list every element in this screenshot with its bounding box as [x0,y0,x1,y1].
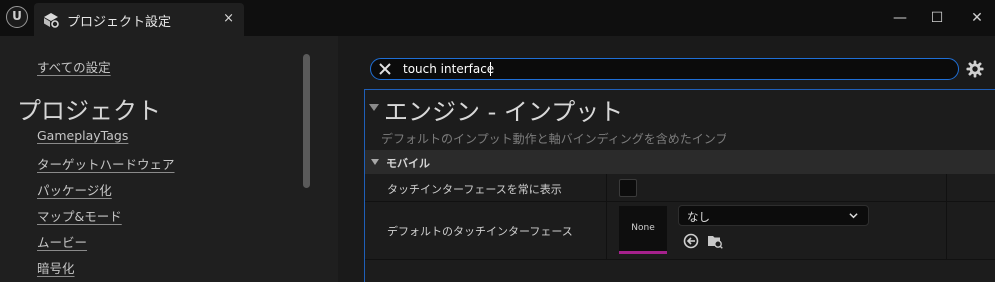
browse-asset-folder-icon[interactable] [707,233,723,249]
sidebar-item-maps-modes[interactable]: マップ&モード [37,206,122,225]
gear-icon[interactable] [966,60,984,78]
category-collapse-icon[interactable] [369,104,379,111]
sidebar-section-title: プロジェクト [17,97,161,125]
search-input[interactable] [403,60,943,78]
settings-tab-icon [44,13,59,28]
chevron-down-icon [849,213,858,219]
thumbnail-label: None [631,223,655,233]
settings-sidebar: すべての設定 プロジェクト GameplayTags ターゲットハードウェア パ… [0,36,338,282]
title-bar: U プロジェクト設定 × — ☐ ✕ [0,0,995,36]
sidebar-item-encryption[interactable]: 暗号化 [37,258,75,277]
sidebar-item-packaging[interactable]: パッケージ化 [37,180,112,199]
sidebar-scrollbar[interactable] [303,54,310,188]
clear-search-icon[interactable] [377,61,393,77]
combo-value: なし [687,210,710,224]
search-box[interactable] [370,58,959,80]
use-selected-asset-icon[interactable] [683,233,699,249]
category-title: エンジン - インプット [384,98,624,126]
tab-label: プロジェクト設定 [67,15,172,30]
column-splitter[interactable] [606,202,607,260]
tab-close-icon[interactable]: × [223,11,234,26]
property-label: タッチインターフェースを常に表示 [387,183,562,196]
tab-project-settings[interactable]: プロジェクト設定 × [34,3,244,36]
column-splitter[interactable] [606,174,607,202]
settings-details-panel: エンジン - インプット デフォルトのインプット動作と軸バインディングを含めたイ… [338,36,995,282]
sidebar-item-gameplaytags[interactable]: GameplayTags [37,128,128,143]
sidebar-item-movies[interactable]: ムービー [37,232,87,251]
subcategory-collapse-icon[interactable] [371,159,379,165]
close-window-button[interactable]: ✕ [962,6,992,30]
asset-thumbnail[interactable]: None [619,206,667,254]
property-label: デフォルトのタッチインターフェース [387,225,573,238]
subcategory-title: モバイル [386,157,430,170]
column-divider [946,174,947,202]
minimize-button[interactable]: — [885,6,915,30]
category-description: デフォルトのインプット動作と軸バインディングを含めたインプット [381,132,726,146]
touch-interface-asset-combo[interactable]: なし [678,205,869,226]
always-show-touch-checkbox[interactable] [619,179,637,197]
unreal-logo-icon[interactable]: U [6,6,28,28]
maximize-button[interactable]: ☐ [922,6,952,30]
property-row-default-touch-interface: デフォルトのタッチインターフェース None なし [365,202,995,260]
column-divider [946,202,947,260]
subcategory-header-mobile[interactable]: モバイル [365,150,995,174]
details-view: エンジン - インプット デフォルトのインプット動作と軸バインディングを含めたイ… [364,89,995,282]
text-caret [490,62,491,76]
sidebar-item-target-hardware[interactable]: ターゲットハードウェア [37,154,175,173]
sidebar-item-all-settings[interactable]: すべての設定 [37,57,111,76]
property-row-always-show-touch: タッチインターフェースを常に表示 [365,174,995,202]
